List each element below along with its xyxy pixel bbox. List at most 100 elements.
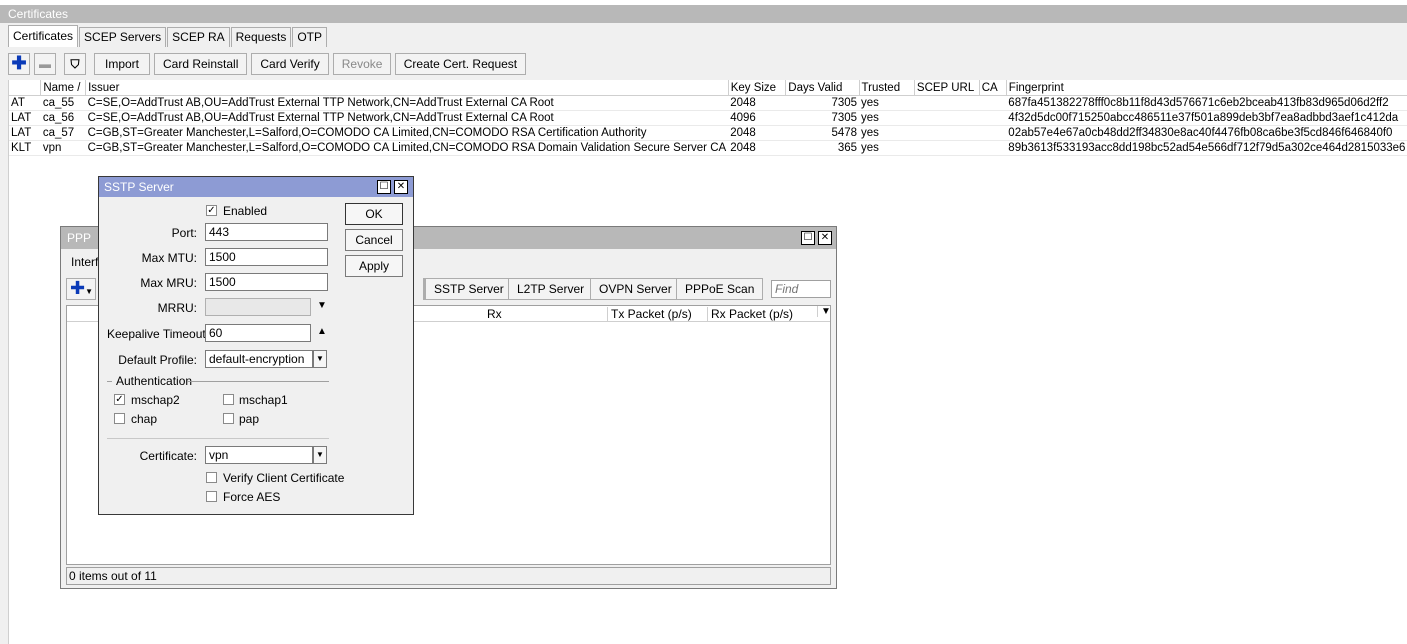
revoke-button[interactable]: Revoke [332, 53, 391, 75]
max-mtu-field[interactable]: 1500 [205, 248, 328, 266]
port-field[interactable]: 443 [205, 223, 328, 241]
ppp-status-bar: 0 items out of 11 [66, 567, 831, 585]
filter-button[interactable]: ⛉ [64, 53, 86, 75]
create-cert-request-button[interactable]: Create Cert. Request [394, 53, 527, 75]
col-trusted[interactable]: Trusted [859, 80, 915, 96]
remove-button[interactable]: ▬ [34, 53, 56, 75]
l2tp-server-button[interactable]: L2TP Server [508, 278, 594, 300]
tab-scep-servers[interactable]: SCEP Servers [79, 27, 167, 47]
column-chooser-icon[interactable]: ▼ [817, 306, 831, 317]
col-rx[interactable]: Rx [487, 307, 502, 321]
cell-scep-url [914, 140, 980, 156]
authentication-section: Authentication [116, 374, 193, 388]
mschap2-checkbox[interactable]: ✓ [114, 394, 125, 405]
table-row[interactable]: LAT ca_56 C=SE,O=AddTrust AB,OU=AddTrust… [9, 110, 1407, 126]
col-key-size[interactable]: Key Size [728, 80, 787, 96]
plus-icon: ✚ [70, 278, 86, 298]
keepalive-collapse-icon[interactable]: ▲ [317, 326, 327, 337]
close-icon[interactable]: ✕ [394, 180, 408, 194]
add-button[interactable]: ✚ [8, 53, 30, 75]
ok-button[interactable]: OK [345, 203, 403, 225]
pap-label: pap [239, 412, 260, 426]
mschap1-checkbox[interactable] [223, 394, 234, 405]
col-name-label: Name [43, 81, 75, 94]
cell-flags: KLT [9, 140, 41, 156]
max-mtu-label: Max MTU: [141, 251, 197, 265]
cell-scep-url [914, 95, 980, 111]
import-button[interactable]: Import [94, 53, 150, 75]
tab-scep-ra[interactable]: SCEP RA [167, 27, 230, 47]
max-mru-label: Max MRU: [140, 276, 197, 290]
apply-button[interactable]: Apply [345, 255, 403, 277]
cancel-button[interactable]: Cancel [345, 229, 403, 251]
enabled-checkbox[interactable]: ✓ [206, 205, 217, 216]
plus-icon: ✚ [11, 53, 27, 73]
default-profile-select[interactable]: default-encryption [205, 350, 313, 368]
cell-scep-url [914, 125, 980, 141]
cell-name: ca_56 [40, 110, 86, 126]
col-fingerprint[interactable]: Fingerprint [1006, 80, 1407, 96]
pppoe-scan-button[interactable]: PPPoE Scan [676, 278, 764, 300]
cell-trusted: yes [859, 125, 915, 141]
tab-requests[interactable]: Requests [230, 27, 292, 47]
divider [187, 381, 329, 382]
table-row[interactable]: KLT vpn C=GB,ST=Greater Manchester,L=Sal… [9, 140, 1407, 156]
cell-name: ca_55 [40, 95, 86, 111]
col-issuer[interactable]: Issuer [85, 80, 729, 96]
divider [107, 381, 112, 382]
card-reinstall-button[interactable]: Card Reinstall [154, 53, 248, 75]
col-scep-url[interactable]: SCEP URL [914, 80, 980, 96]
mrru-field[interactable] [205, 298, 311, 316]
ovpn-server-button[interactable]: OVPN Server [590, 278, 681, 300]
tab-otp[interactable]: OTP [292, 27, 328, 47]
table-row[interactable]: LAT ca_57 C=GB,ST=Greater Manchester,L=S… [9, 125, 1407, 141]
table-row[interactable]: AT ca_55 C=SE,O=AddTrust AB,OU=AddTrust … [9, 95, 1407, 111]
keepalive-field[interactable]: 60 [205, 324, 311, 342]
close-icon[interactable]: ✕ [818, 231, 832, 245]
tab-certificates[interactable]: Certificates [8, 25, 79, 47]
cell-ca [979, 140, 1007, 156]
certificate-dropdown-icon[interactable]: ▼ [313, 446, 327, 464]
col-flags[interactable] [9, 80, 42, 96]
certificate-label: Certificate: [139, 449, 197, 463]
verify-client-checkbox[interactable] [206, 472, 217, 483]
cell-fingerprint: 89b3613f533193acc8dd198bc52ad54e566df712… [1006, 140, 1407, 156]
max-mru-field[interactable]: 1500 [205, 273, 328, 291]
profile-dropdown-icon[interactable]: ▼ [313, 350, 327, 368]
sort-icon: / [77, 81, 81, 94]
cell-fingerprint: 687fa451382278fff0c8b11f8d43d576671c6eb2… [1006, 95, 1407, 111]
cell-flags: LAT [9, 110, 41, 126]
cell-key-size: 2048 [728, 95, 786, 111]
mrru-label: MRRU: [157, 301, 197, 315]
divider [107, 438, 329, 439]
find-input[interactable] [771, 280, 831, 298]
col-rx-packet[interactable]: Rx Packet (p/s) [707, 307, 793, 321]
col-ca[interactable]: CA [979, 80, 1007, 96]
maximize-icon[interactable]: ☐ [801, 231, 815, 245]
force-aes-checkbox[interactable] [206, 491, 217, 502]
cell-days: 5478 [785, 125, 860, 141]
cell-issuer: C=GB,ST=Greater Manchester,L=Salford,O=C… [85, 140, 729, 156]
col-name[interactable]: Name / [40, 80, 87, 96]
maximize-icon[interactable]: ☐ [377, 180, 391, 194]
cert-table-header: Name / Issuer Key Size Days Valid Truste… [9, 80, 1407, 96]
col-days-valid[interactable]: Days Valid [785, 80, 860, 96]
cell-name: vpn [40, 140, 86, 156]
cell-fingerprint: 4f32d5dc00f715250abcc486511e37f501a899de… [1006, 110, 1407, 126]
certificate-select[interactable]: vpn [205, 446, 313, 464]
card-verify-button[interactable]: Card Verify [251, 53, 329, 75]
cell-days: 365 [785, 140, 860, 156]
col-tx-packet[interactable]: Tx Packet (p/s) [607, 307, 692, 321]
cert-window-title: Certificates [0, 5, 1407, 23]
keepalive-label: Keepalive Timeout: [107, 327, 210, 341]
cell-flags: LAT [9, 125, 41, 141]
mrru-dropdown-icon[interactable]: ▼ [317, 300, 327, 311]
cell-days: 7305 [785, 95, 860, 111]
ppp-add-button[interactable]: ✚▼ [66, 278, 96, 300]
sstp-server-button[interactable]: SSTP Server [425, 278, 513, 300]
pap-checkbox[interactable] [223, 413, 234, 424]
chap-checkbox[interactable] [114, 413, 125, 424]
cell-ca [979, 95, 1007, 111]
cell-ca [979, 110, 1007, 126]
cert-toolbar: ✚ ▬ ⛉ Import Card Reinstall Card Verify … [8, 53, 527, 75]
